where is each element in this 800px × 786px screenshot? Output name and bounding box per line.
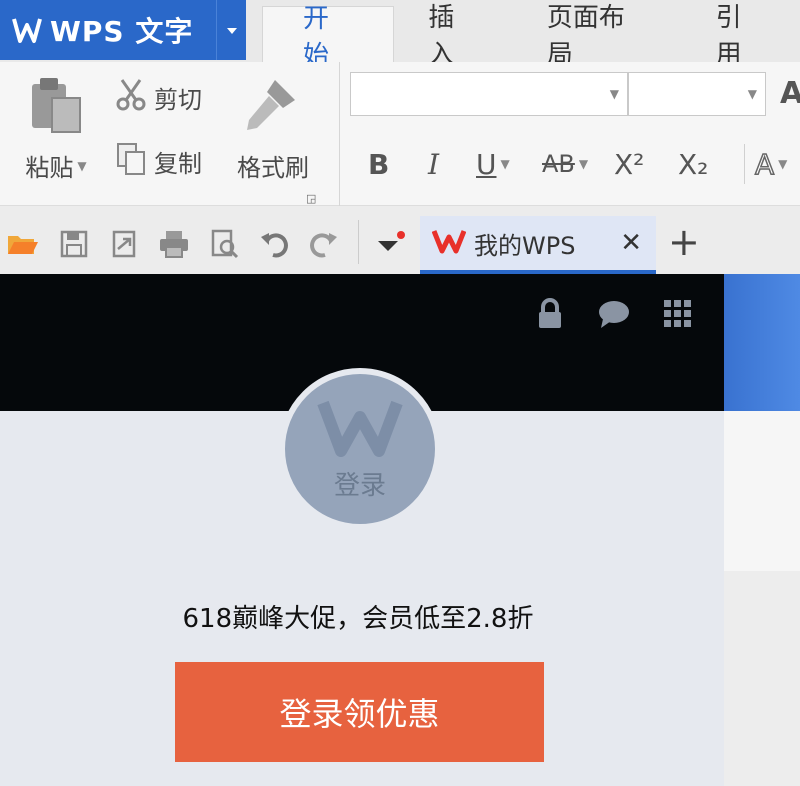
title-bar: WPS 文字 开始 插入 页面布局 引用 [0, 0, 800, 71]
ribbon-tabs: 开始 插入 页面布局 引用 [262, 3, 800, 71]
save-icon[interactable] [56, 226, 92, 262]
wps-window: WPS 文字 开始 插入 页面布局 引用 粘贴 ▼ 剪切 复制 格式刷 ◲ ▼ … [0, 0, 800, 786]
document-tab[interactable]: 我的WPS ✕ [420, 216, 656, 274]
chat-icon[interactable] [596, 296, 632, 332]
superscript-button[interactable]: X² [614, 144, 644, 184]
close-icon[interactable]: ✕ [620, 228, 642, 258]
caret-down-icon: ▼ [778, 157, 788, 171]
scissors-icon [114, 78, 148, 116]
login-promo-button[interactable]: 登录领优惠 [175, 662, 544, 762]
text-effect-label: A [754, 147, 775, 182]
underline-button[interactable]: U ▼ [476, 144, 510, 184]
caret-down-icon: ▼ [578, 157, 589, 171]
app-menu-button[interactable]: WPS 文字 [0, 0, 216, 60]
italic-button[interactable]: I [428, 144, 439, 184]
wps-logo-icon [431, 227, 467, 259]
app-name: WPS 文字 [50, 15, 194, 48]
caret-down-icon: ▼ [500, 157, 510, 171]
bold-button[interactable]: B [368, 144, 389, 184]
app-dropdown-button[interactable] [216, 0, 246, 60]
chevron-down-icon: ▼ [747, 87, 757, 101]
wps-logo-icon [317, 397, 403, 461]
chevron-down-icon: ▼ [609, 87, 619, 101]
new-tab-icon[interactable]: + [668, 222, 700, 262]
cut-button[interactable]: 剪切 [114, 78, 202, 116]
document-tab-label: 我的WPS [474, 231, 576, 260]
right-document-page [724, 411, 800, 571]
redo-icon[interactable] [306, 226, 342, 262]
export-pdf-icon[interactable] [106, 226, 142, 262]
text-effect-button[interactable]: A ▼ [744, 144, 787, 184]
chevron-down-icon [225, 21, 239, 40]
strikethrough-button[interactable]: AB ▼ [542, 144, 588, 184]
tab-references[interactable]: 引用 [682, 3, 800, 70]
font-size-select[interactable]: ▼ [628, 72, 766, 116]
font-name-select[interactable]: ▼ [350, 72, 628, 116]
subscript-button[interactable]: X₂ [678, 144, 708, 184]
account-panel: 登录 618巅峰大促，会员低至2.8折 登录领优惠 [0, 274, 724, 786]
right-header-strip [724, 274, 800, 411]
grow-font-button[interactable]: A [780, 76, 800, 111]
open-folder-icon[interactable] [4, 226, 40, 262]
copy-button[interactable]: 复制 [114, 142, 202, 180]
dialog-launcher-icon[interactable]: ◲ [306, 192, 316, 205]
paintbrush-icon [243, 76, 303, 138]
right-workspace [724, 571, 800, 786]
lock-icon[interactable] [532, 296, 568, 332]
print-icon[interactable] [156, 226, 192, 262]
paste-label: 粘贴 [25, 154, 74, 182]
paste-icon [26, 76, 86, 138]
font-group: ▼ ▼ A B I U ▼ AB ▼ X² X₂ A ▼ [350, 62, 800, 206]
strikethrough-label: AB [542, 150, 575, 178]
customize-dropdown-icon[interactable] [372, 226, 408, 262]
apps-grid-icon[interactable] [660, 296, 696, 332]
copy-icon [114, 142, 148, 180]
wps-logo-icon [10, 13, 44, 47]
format-painter-button[interactable]: 格式刷 [226, 76, 320, 183]
format-painter-label: 格式刷 [237, 154, 309, 182]
print-preview-icon[interactable] [206, 226, 242, 262]
tab-home[interactable]: 开始 [262, 4, 395, 71]
avatar-login-button[interactable]: 登录 [279, 368, 441, 530]
underline-label: U [476, 147, 497, 181]
clipboard-group: 粘贴 ▼ 剪切 复制 格式刷 ◲ [0, 62, 340, 206]
undo-icon[interactable] [256, 226, 292, 262]
tab-page-layout[interactable]: 页面布局 [513, 3, 682, 70]
caret-down-icon: ▼ [77, 158, 87, 173]
paste-button[interactable]: 粘贴 ▼ [14, 76, 98, 183]
ribbon: 粘贴 ▼ 剪切 复制 格式刷 ◲ ▼ ▼ A B I U ▼ AB ▼ X² X… [0, 62, 800, 206]
cut-label: 剪切 [154, 85, 202, 114]
quick-access-bar: 我的WPS ✕ + [0, 206, 800, 274]
promo-text: 618巅峰大促，会员低至2.8折 [182, 604, 534, 634]
tab-insert[interactable]: 插入 [394, 3, 512, 70]
avatar-login-label: 登录 [333, 470, 386, 501]
toolbar-divider [358, 220, 359, 264]
copy-label: 复制 [154, 149, 202, 178]
